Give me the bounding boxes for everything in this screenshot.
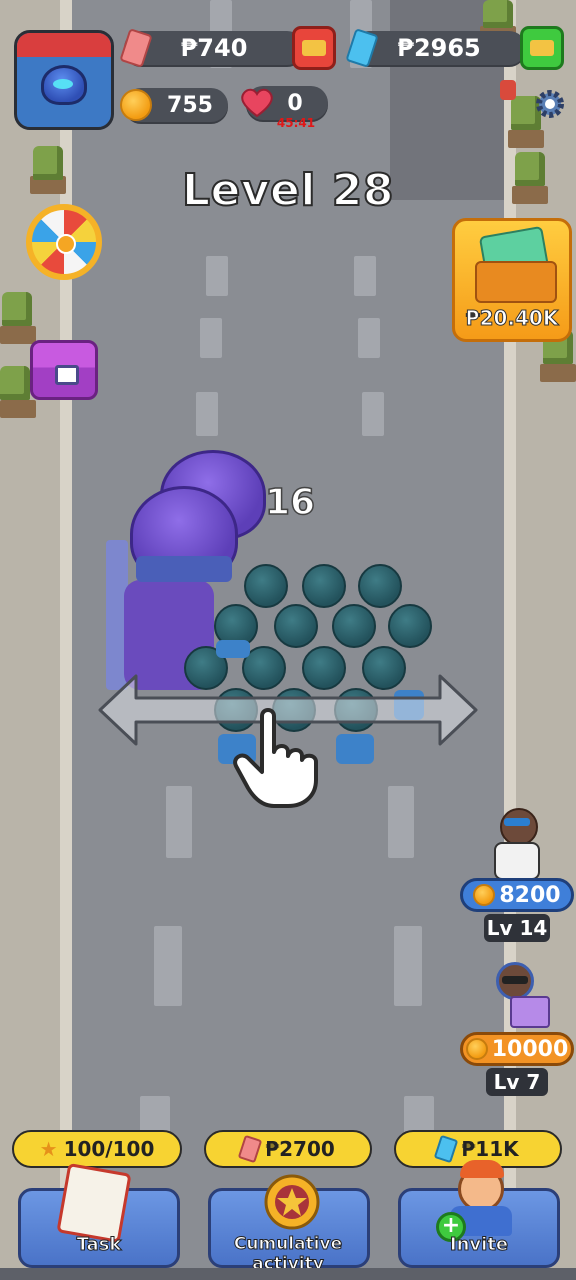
chest-lock-icon <box>55 365 79 385</box>
boss-visor <box>136 556 232 582</box>
invite-price: ₱11K <box>461 1137 519 1161</box>
star-icon: ★ <box>39 1137 58 1161</box>
army-count: 16 <box>264 481 316 524</box>
invite-label: Invite <box>449 1234 509 1256</box>
soldier <box>358 564 402 608</box>
tap-hand-icon <box>232 708 326 808</box>
lane-dash <box>358 318 380 358</box>
level-title: Level 28 <box>181 164 395 217</box>
recruit-head <box>500 808 538 846</box>
player-avatar[interactable] <box>14 30 114 130</box>
planter <box>0 400 36 418</box>
lane-dash <box>206 256 228 296</box>
clipboard-icon <box>56 1162 132 1244</box>
recruit-price-button[interactable]: 8200 <box>460 878 574 912</box>
planter <box>0 326 36 344</box>
lane-dash <box>154 926 182 1006</box>
lane-dash <box>354 256 376 296</box>
recruit-price: 10000 <box>491 1036 569 1062</box>
lives-value: 0 <box>287 90 303 116</box>
cash-shop-button[interactable] <box>292 26 336 70</box>
tree <box>2 292 32 326</box>
wallet-icon <box>302 40 326 56</box>
recruit-board <box>510 996 550 1028</box>
lane-dash <box>388 786 414 858</box>
lane-dash <box>394 926 422 1006</box>
money-shop-button[interactable] <box>520 26 564 70</box>
activity-price-pill: ₱2700 <box>204 1130 372 1168</box>
lane-dash <box>196 392 218 436</box>
avatar-banner <box>17 33 111 57</box>
soldier <box>244 564 288 608</box>
soldier <box>274 604 318 648</box>
avatar-visor <box>53 79 73 89</box>
treasure-chest-icon[interactable] <box>30 340 98 400</box>
lane-dash <box>362 392 384 436</box>
atm-price: ₱20.40K <box>465 306 559 331</box>
friend-hair <box>460 1160 504 1178</box>
money-icon <box>434 1134 459 1164</box>
money-bar: ₱2965 <box>352 31 526 65</box>
cash-icon <box>237 1134 263 1164</box>
atm-base <box>475 261 557 303</box>
soldier <box>388 604 432 648</box>
coin-icon <box>473 884 496 906</box>
recruit-dj-icon[interactable] <box>484 958 550 1036</box>
cash-value: ₱740 <box>180 34 248 62</box>
coin-icon <box>120 89 152 121</box>
star-badge-icon <box>262 1172 322 1232</box>
tree <box>0 366 30 400</box>
recruit-level: Lv 14 <box>484 914 550 942</box>
wheel-hub <box>56 234 76 254</box>
recruit-gangster-icon[interactable] <box>486 808 548 882</box>
recruit-glasses <box>504 818 530 826</box>
recruit-price: 8200 <box>499 882 561 908</box>
tree <box>483 0 513 28</box>
lane-dash <box>166 786 192 858</box>
task-label: Task <box>76 1234 122 1256</box>
coin-icon <box>465 1038 488 1060</box>
bottom-strip <box>0 1268 576 1280</box>
recruit-body <box>494 842 540 880</box>
dollar-wallet-icon <box>530 40 554 56</box>
lives-timer: 45:41 <box>276 116 316 130</box>
settings-gear-icon[interactable] <box>534 88 566 120</box>
soldier-body <box>216 640 250 658</box>
fire-hydrant <box>500 80 516 100</box>
lane-dash <box>200 318 222 358</box>
planter <box>540 364 576 382</box>
recruit-glasses <box>502 976 528 984</box>
recruit-price-button[interactable]: 10000 <box>460 1032 574 1066</box>
planter <box>508 130 544 148</box>
task-progress-pill: ★ 100/100 <box>12 1130 182 1168</box>
heart-icon <box>240 88 274 118</box>
soldier <box>332 604 376 648</box>
soldier <box>302 564 346 608</box>
recruit-level: Lv 7 <box>486 1068 548 1096</box>
money-value: ₱2965 <box>397 34 481 62</box>
activity-price: ₱2700 <box>265 1137 335 1161</box>
task-progress: 100/100 <box>63 1137 155 1161</box>
